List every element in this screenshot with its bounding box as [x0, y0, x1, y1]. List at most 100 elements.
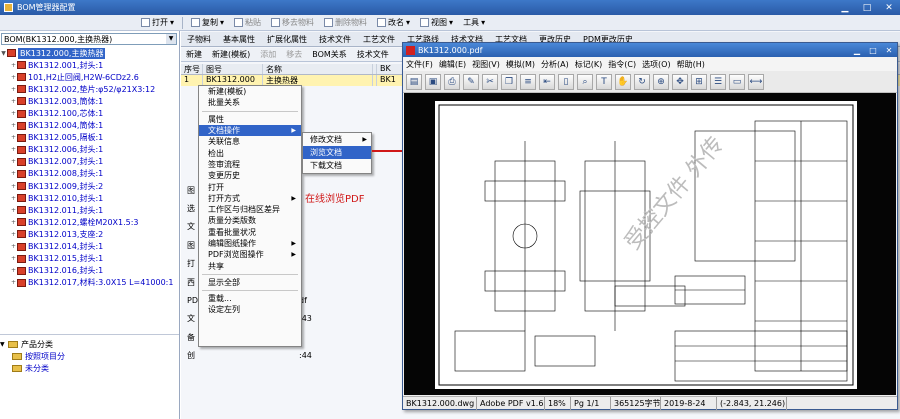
category-root[interactable]: ▼ 产品分类 [0, 338, 179, 350]
tools-menu[interactable]: 工具 ▾ [458, 17, 490, 28]
pdf-menu-item[interactable]: 文件(F) [403, 59, 436, 70]
remove-button[interactable]: 移去 [281, 49, 307, 60]
tree-item[interactable]: + BK1312.100,芯体:1 [0, 107, 179, 119]
stack-icon[interactable]: ☰ [710, 73, 726, 90]
tab-4[interactable]: 工艺文件 [357, 34, 401, 45]
maximize-icon[interactable]: □ [856, 1, 878, 14]
context-menu-item[interactable]: 显示全部 [199, 277, 301, 288]
tree-item[interactable]: + BK1312.014,封头:1 [0, 241, 179, 253]
tree-item[interactable]: + BK1312.006,封头:1 [0, 144, 179, 156]
pdf-menu-item[interactable]: 编辑(E) [436, 59, 469, 70]
expand-icon[interactable]: + [10, 183, 17, 190]
submenu-item[interactable]: 修改文档 ▶ [303, 133, 371, 146]
context-menu-item[interactable]: 变更历史 [199, 170, 301, 181]
tree-item[interactable]: + BK1312.016,封头:1 [0, 265, 179, 277]
context-menu-item[interactable]: 文档操作 ▶ [199, 124, 301, 137]
context-menu-item[interactable]: 工作区与归档区差异 [199, 204, 301, 215]
pdf-canvas[interactable]: 受控文件 外传 [404, 93, 896, 395]
add-button[interactable]: 添加 [255, 49, 281, 60]
paste-button[interactable]: 粘贴 [229, 17, 266, 28]
tree-item[interactable]: + BK1312.015,封头:1 [0, 253, 179, 265]
save-icon[interactable]: ▣ [425, 73, 441, 90]
collapse-icon[interactable]: ▼ [0, 50, 7, 57]
category-item[interactable]: 未分类 [0, 362, 179, 374]
context-menu-item[interactable]: 打开 [199, 181, 301, 192]
tree-item[interactable]: + BK1312.004,筒体:1 [0, 120, 179, 132]
minimize-icon[interactable]: ▁ [834, 1, 856, 14]
tree-root[interactable]: ▼ BK1312.000,主换热器 [0, 47, 179, 59]
tree-item[interactable]: + BK1312.001,封头:1 [0, 59, 179, 71]
tab-2[interactable]: 扩展化属性 [261, 34, 313, 45]
expand-icon[interactable]: + [10, 279, 17, 286]
tech-file-button[interactable]: 技术文件 [352, 49, 394, 60]
new-button[interactable]: 新建 [181, 49, 207, 60]
expand-icon[interactable]: + [10, 98, 17, 105]
open-icon[interactable]: ▤ [406, 73, 422, 90]
expand-icon[interactable]: + [10, 195, 17, 202]
page-icon[interactable]: ▯ [558, 73, 574, 90]
tree-item[interactable]: + BK1312.007,封头:1 [0, 156, 179, 168]
pdf-menu-item[interactable]: 选项(O) [639, 59, 674, 70]
tree-item[interactable]: + BK1312.012,螺栓M20X1.5:3 [0, 216, 179, 228]
tree-item[interactable]: + BK1312.005,隔板:1 [0, 132, 179, 144]
open-button[interactable]: 打开 ▾ [136, 17, 179, 28]
print-icon[interactable]: ⎙ [444, 73, 460, 90]
bom-relation-button[interactable]: BOM关系 [307, 49, 352, 60]
context-menu-item[interactable]: 属性 [199, 114, 301, 125]
tree-item[interactable]: + BK1312.002,垫片:φ52/φ21X3:12 [0, 83, 179, 95]
submenu-item[interactable]: 浏览文档 [303, 146, 371, 159]
submenu-item[interactable]: 下载文档 [303, 159, 371, 172]
pdf-menu-item[interactable]: 指令(C) [605, 59, 639, 70]
close-icon[interactable]: ✕ [878, 1, 900, 14]
context-menu-item[interactable]: 编辑图纸操作 ▶ [199, 238, 301, 249]
context-menu-item[interactable]: PDF浏览图操作 ▶ [199, 249, 301, 260]
expand-icon[interactable]: + [10, 146, 17, 153]
edit-icon[interactable]: ✎ [463, 73, 479, 90]
fit-width-icon[interactable]: ⟷ [748, 73, 764, 90]
category-item[interactable]: 按照项目分 [0, 350, 179, 362]
pdf-menu-item[interactable]: 模拟(M) [503, 59, 538, 70]
measure-icon[interactable]: ⊞ [691, 73, 707, 90]
collapse-icon[interactable]: ▼ [0, 341, 8, 348]
context-menu-item[interactable]: 关联信息 [199, 136, 301, 147]
pdf-menu-item[interactable]: 分析(A) [538, 59, 572, 70]
tree-item[interactable]: +101,H2止回阀,H2W-6CDz2.6 [0, 71, 179, 83]
tab-0[interactable]: 子物料 [181, 34, 217, 45]
expand-icon[interactable]: + [10, 134, 17, 141]
remove-material-button[interactable]: 移去物料 [266, 17, 319, 28]
tree-item[interactable]: + BK1312.009,封头:2 [0, 180, 179, 192]
zoom-icon[interactable]: ⌕ [577, 73, 593, 90]
new-template-button[interactable]: 新建(模板) [207, 49, 255, 60]
tree-item[interactable]: + BK1312.008,封头:1 [0, 168, 179, 180]
maximize-icon[interactable]: □ [865, 44, 881, 56]
expand-icon[interactable]: + [10, 231, 17, 238]
pdf-menu-item[interactable]: 标记(K) [572, 59, 606, 70]
expand-icon[interactable]: + [10, 158, 17, 165]
expand-icon[interactable]: + [10, 62, 17, 69]
context-menu-item[interactable]: 设定左列 [199, 304, 301, 315]
expand-icon[interactable]: + [10, 267, 17, 274]
hand-icon[interactable]: ✋ [615, 73, 631, 90]
context-menu-item[interactable]: 打开方式 ▶ [199, 193, 301, 204]
minimize-icon[interactable]: ▁ [849, 44, 865, 56]
chevron-down-icon[interactable]: ▼ [166, 34, 176, 44]
tree-item[interactable]: + BK1312.011,封头:1 [0, 204, 179, 216]
bom-selector[interactable]: BOM(BK1312.000,主换热器) ▼ [1, 33, 177, 45]
expand-icon[interactable]: + [10, 170, 17, 177]
expand-icon[interactable]: + [10, 207, 17, 214]
tab-3[interactable]: 技术文件 [313, 34, 357, 45]
expand-icon[interactable]: + [10, 243, 17, 250]
tab-1[interactable]: 基本属性 [217, 34, 261, 45]
magnify-icon[interactable]: ⊕ [653, 73, 669, 90]
context-menu-item[interactable]: 重看批量状况 [199, 227, 301, 238]
expand-icon[interactable]: + [10, 255, 17, 262]
cut-icon[interactable]: ✂ [482, 73, 498, 90]
view-menu[interactable]: 视图 ▾ [415, 17, 458, 28]
fit-icon[interactable]: ✥ [672, 73, 688, 90]
context-menu-item[interactable]: 共享 [199, 260, 301, 271]
tree-item[interactable]: + BK1312.017,材料:3.0X15 L=41000:1 [0, 277, 179, 289]
tree-item[interactable]: + BK1312.013,支座:2 [0, 228, 179, 240]
expand-icon[interactable]: + [10, 74, 17, 81]
tree-item[interactable]: + BK1312.010,封头:1 [0, 192, 179, 204]
expand-icon[interactable]: + [10, 86, 17, 93]
